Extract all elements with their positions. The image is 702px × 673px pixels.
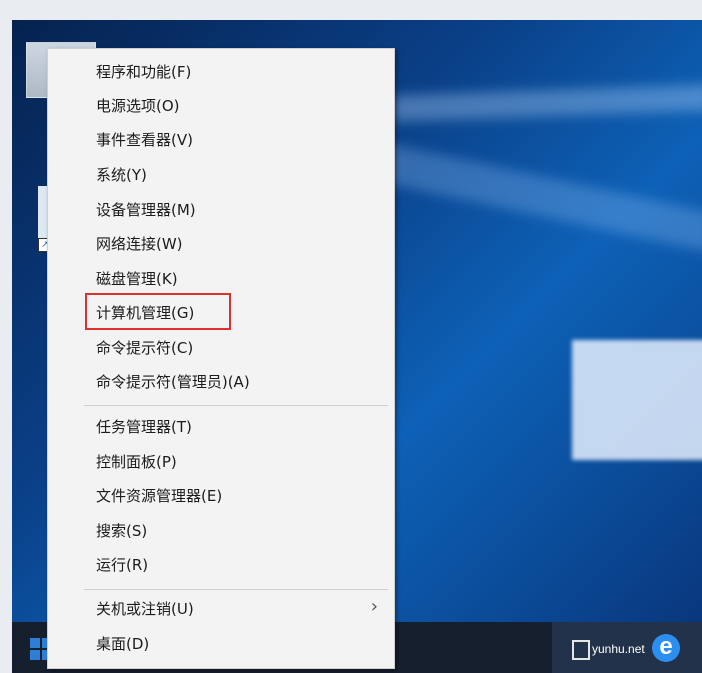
menu-item-file-explorer[interactable]: 文件资源管理器(E) [96, 483, 222, 509]
menu-divider [84, 589, 388, 590]
watermark-text: yunhu.net [592, 642, 645, 656]
chevron-right-icon: › [370, 596, 378, 617]
menu-item-command-prompt[interactable]: 命令提示符(C) [96, 335, 193, 361]
winx-context-menu: 程序和功能(F) 电源选项(O) 事件查看器(V) 系统(Y) 设备管理器(M)… [47, 48, 395, 669]
menu-divider [84, 405, 388, 406]
highlight-box [85, 293, 231, 330]
menu-item-programs-features[interactable]: 程序和功能(F) [96, 59, 191, 85]
taskbar-right-area: yunhu.net e [552, 622, 702, 673]
menu-item-task-manager[interactable]: 任务管理器(T) [96, 414, 192, 440]
menu-item-run[interactable]: 运行(R) [96, 552, 148, 578]
menu-item-device-manager[interactable]: 设备管理器(M) [96, 197, 196, 223]
menu-item-desktop[interactable]: 桌面(D) [96, 631, 149, 657]
light-beam [392, 84, 702, 122]
menu-item-event-viewer[interactable]: 事件查看器(V) [96, 127, 193, 153]
menu-item-command-prompt-admin[interactable]: 命令提示符(管理员)(A) [96, 369, 250, 395]
menu-item-power-options[interactable]: 电源选项(O) [96, 93, 180, 119]
menu-item-network-connections[interactable]: 网络连接(W) [96, 231, 183, 257]
edge-icon[interactable]: e [652, 634, 680, 662]
task-view-icon[interactable] [572, 640, 590, 660]
menu-item-control-panel[interactable]: 控制面板(P) [96, 449, 177, 475]
menu-item-search[interactable]: 搜索(S) [96, 518, 147, 544]
light-window-glow [572, 340, 702, 460]
menu-item-shutdown-signout[interactable]: 关机或注销(U) [96, 596, 194, 622]
menu-item-disk-management[interactable]: 磁盘管理(K) [96, 266, 178, 292]
menu-item-system[interactable]: 系统(Y) [96, 162, 147, 188]
